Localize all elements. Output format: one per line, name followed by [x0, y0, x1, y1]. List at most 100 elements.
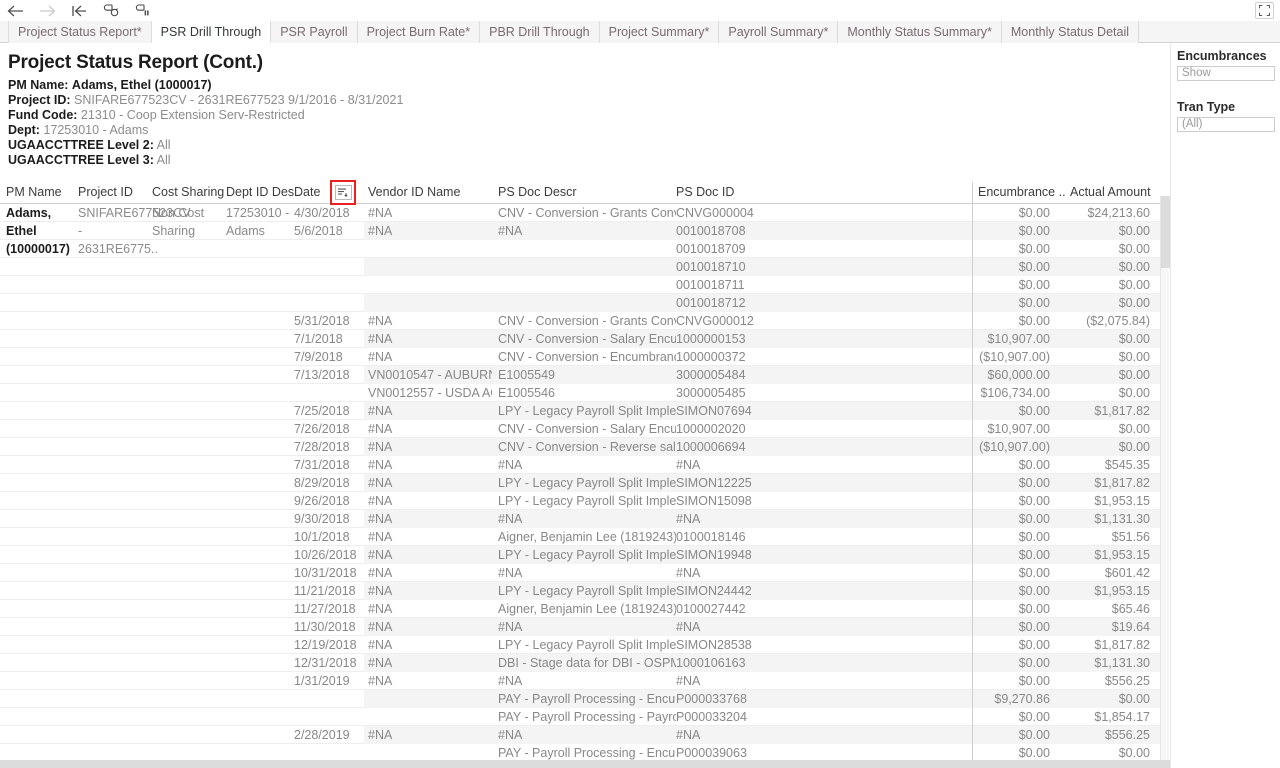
column-header-cost-sharing[interactable]: Cost Sharing — [152, 185, 224, 199]
row-divider — [972, 546, 973, 564]
pause-auto-updates-icon[interactable] — [134, 2, 152, 20]
cell-date: 7/28/2018 — [294, 440, 350, 454]
cell-vendor-id-name: #NA — [368, 494, 393, 508]
cell-ps-doc-id: 0010018709 — [676, 242, 746, 256]
cell-date: 5/6/2018 — [294, 224, 343, 238]
column-header-pm-name[interactable]: PM Name — [6, 185, 62, 199]
report-meta-label: Fund Code: — [8, 108, 78, 122]
table-row[interactable]: 1/31/2019 #NA #NA #NA $0.00 $556.25 — [0, 672, 1162, 690]
cell-actual-amount: $1,953.15 — [1094, 548, 1150, 562]
cell-ps-doc-descr: CNV - Conversion - Encumbrance .. — [498, 350, 676, 364]
table-row[interactable]: 0010018709 $0.00 $0.00 — [0, 240, 1162, 258]
forward-arrow-icon[interactable] — [38, 2, 56, 20]
table-row[interactable]: 11/27/2018 #NA Aigner, Benjamin Lee (18192… — [0, 600, 1162, 618]
cell-ps-doc-descr: CNV - Conversion - Salary Encum.. — [498, 422, 676, 436]
horizontal-scrollbar[interactable] — [0, 760, 1170, 768]
table-row[interactable]: 7/1/2018 #NA CNV - Conversion - Salary Enc… — [0, 330, 1162, 348]
table-row[interactable]: PAY - Payroll Processing - Payroll .. P00… — [0, 708, 1162, 726]
tab-payroll-summary[interactable]: Payroll Summary* — [719, 21, 839, 43]
refresh-data-icon[interactable] — [102, 2, 120, 20]
row-divider — [972, 294, 973, 312]
cell-encumbrance: $0.00 — [1018, 710, 1050, 724]
cell-ps-doc-descr: LPY - Legacy Payroll Split Implem.. — [498, 584, 676, 598]
table-row[interactable]: VN0012557 - USDA AG.. E1005546 3000005485 $… — [0, 384, 1162, 402]
report-meta-value: All — [156, 138, 171, 152]
table-row[interactable]: 7/26/2018 #NA CNV - Conversion - Salary En… — [0, 420, 1162, 438]
tab-psr-payroll[interactable]: PSR Payroll — [271, 21, 358, 43]
table-header-row: PM Name Project ID Cost Sharing Dept ID … — [0, 182, 1170, 204]
tab-psr-drill-through[interactable]: PSR Drill Through — [151, 21, 272, 43]
cell-actual-amount: $1,817.82 — [1094, 476, 1150, 490]
column-header-project-id[interactable]: Project ID — [78, 185, 133, 199]
column-header-vendor-id-name[interactable]: Vendor ID Name — [368, 185, 460, 199]
cell-ps-doc-descr: PAY - Payroll Processing - Encum.. — [498, 746, 676, 760]
table-row[interactable]: 10/1/2018 #NA Aigner, Benjamin Lee (181924… — [0, 528, 1162, 546]
cell-encumbrance: $0.00 — [1018, 620, 1050, 634]
cell-ps-doc-id: 1000002020 — [676, 422, 746, 436]
table-row[interactable]: PAY - Payroll Processing - Encum.. P00003… — [0, 744, 1162, 760]
cell-actual-amount: $0.00 — [1118, 242, 1150, 256]
column-header-actual-amount[interactable]: Actual Amount — [1070, 185, 1151, 199]
tab-project-burn-rate[interactable]: Project Burn Rate* — [357, 21, 481, 43]
tab-project-summary[interactable]: Project Summary* — [599, 21, 720, 43]
revert-all-icon[interactable] — [70, 2, 88, 20]
table-row[interactable]: 11/30/2018 #NA #NA #NA $0.00 $19.64 — [0, 618, 1162, 636]
table-row[interactable]: 7/13/2018 VN0010547 - AUBURN.. E1005549 300… — [0, 366, 1162, 384]
table-row[interactable]: 7/9/2018 #NA CNV - Conversion - Encumbranc… — [0, 348, 1162, 366]
row-divider — [972, 744, 973, 760]
cell-ps-doc-descr: CNV - Conversion - Salary Encum.. — [498, 332, 676, 346]
table-row[interactable]: 12/31/2018 #NA DBI - Stage data for DBI - … — [0, 654, 1162, 672]
cell-date: 11/27/2018 — [294, 602, 356, 616]
tab-monthly-status-summary[interactable]: Monthly Status Summary* — [838, 21, 1002, 43]
report-meta-line: Fund Code: 21310 - Coop Extension Serv-R… — [0, 108, 1170, 123]
vertical-scrollbar[interactable] — [1160, 196, 1170, 760]
table-row[interactable]: 5/31/2018 #NA CNV - Conversion - Grants Co… — [0, 312, 1162, 330]
tab-pbr-drill-through[interactable]: PBR Drill Through — [480, 21, 600, 43]
vertical-scrollbar-thumb[interactable] — [1161, 196, 1170, 268]
cell-actual-amount: $1,131.30 — [1094, 512, 1150, 526]
fullscreen-icon[interactable] — [1255, 2, 1274, 19]
tran-type-filter[interactable]: (All) — [1177, 117, 1275, 132]
table-row[interactable]: 7/31/2018 #NA #NA #NA $0.00 $545.35 — [0, 456, 1162, 474]
row-divider — [972, 402, 973, 420]
encumbrances-filter-label: Encumbrances — [1177, 49, 1267, 63]
column-header-date[interactable]: Date — [294, 185, 320, 199]
report-dashboard: Project Status Report* PSR Drill Through P… — [0, 0, 1280, 768]
column-header-ps-doc-id[interactable]: PS Doc ID — [676, 185, 734, 199]
table-row[interactable]: 0010018710 $0.00 $0.00 — [0, 258, 1162, 276]
cell-encumbrance: ($10,907.00) — [979, 350, 1050, 364]
group-cell-project-id: SNIFARE677523CV - 2631RE6775.. — [78, 206, 191, 256]
column-header-dept-id-descr[interactable]: Dept ID Des.. — [226, 185, 301, 199]
cell-ps-doc-id: #NA — [676, 458, 701, 472]
table-row[interactable]: 9/26/2018 #NA LPY - Legacy Payroll Split I… — [0, 492, 1162, 510]
row-divider — [972, 510, 973, 528]
encumbrances-filter[interactable]: Show — [1177, 66, 1275, 81]
table-row[interactable]: 0010018711 $0.00 $0.00 — [0, 276, 1162, 294]
cell-actual-amount: $601.42 — [1104, 566, 1150, 580]
table-row[interactable]: 2/28/2019 #NA #NA #NA $0.00 $556.25 — [0, 726, 1162, 744]
table-row[interactable]: 12/19/2018 #NA LPY - Legacy Payroll Split … — [0, 636, 1162, 654]
row-divider — [972, 690, 973, 708]
group-cell-cost-sharing: Non Cost Sharing — [152, 206, 205, 238]
back-arrow-icon[interactable] — [6, 2, 24, 20]
table-row[interactable]: 10/26/2018 #NA LPY - Legacy Payroll Split … — [0, 546, 1162, 564]
cell-ps-doc-descr: #NA — [498, 224, 523, 238]
cell-ps-doc-id: 0010018710 — [676, 260, 746, 274]
tab-project-status-report[interactable]: Project Status Report* — [8, 21, 152, 43]
table-row[interactable]: 7/25/2018 #NA LPY - Legacy Payroll Split I… — [0, 402, 1162, 420]
table-row[interactable]: 10/31/2018 #NA #NA #NA $0.00 $601.42 — [0, 564, 1162, 582]
cell-encumbrance: $0.00 — [1018, 602, 1050, 616]
table-row[interactable]: 8/29/2018 #NA LPY - Legacy Payroll Split I… — [0, 474, 1162, 492]
column-header-encumbrance[interactable]: Encumbrance .. — [978, 185, 1066, 199]
tab-monthly-status-detail[interactable]: Monthly Status Detail — [1001, 21, 1139, 43]
table-row[interactable]: 11/21/2018 #NA LPY - Legacy Payroll Split … — [0, 582, 1162, 600]
table-row[interactable]: 9/30/2018 #NA #NA #NA $0.00 $1,131.30 — [0, 510, 1162, 528]
cell-date: 1/31/2019 — [294, 674, 350, 688]
cell-ps-doc-descr: CNV - Conversion - Grants Conver.. — [498, 314, 676, 328]
table-row[interactable]: 0010018712 $0.00 $0.00 — [0, 294, 1162, 312]
cell-encumbrance: $0.00 — [1018, 314, 1050, 328]
column-header-ps-doc-descr[interactable]: PS Doc Descr — [498, 185, 577, 199]
table-row[interactable]: 7/28/2018 #NA CNV - Conversion - Reverse s… — [0, 438, 1162, 456]
table-row[interactable]: PAY - Payroll Processing - Encum.. P00003… — [0, 690, 1162, 708]
cell-ps-doc-id: SIMON12225 — [676, 476, 752, 490]
